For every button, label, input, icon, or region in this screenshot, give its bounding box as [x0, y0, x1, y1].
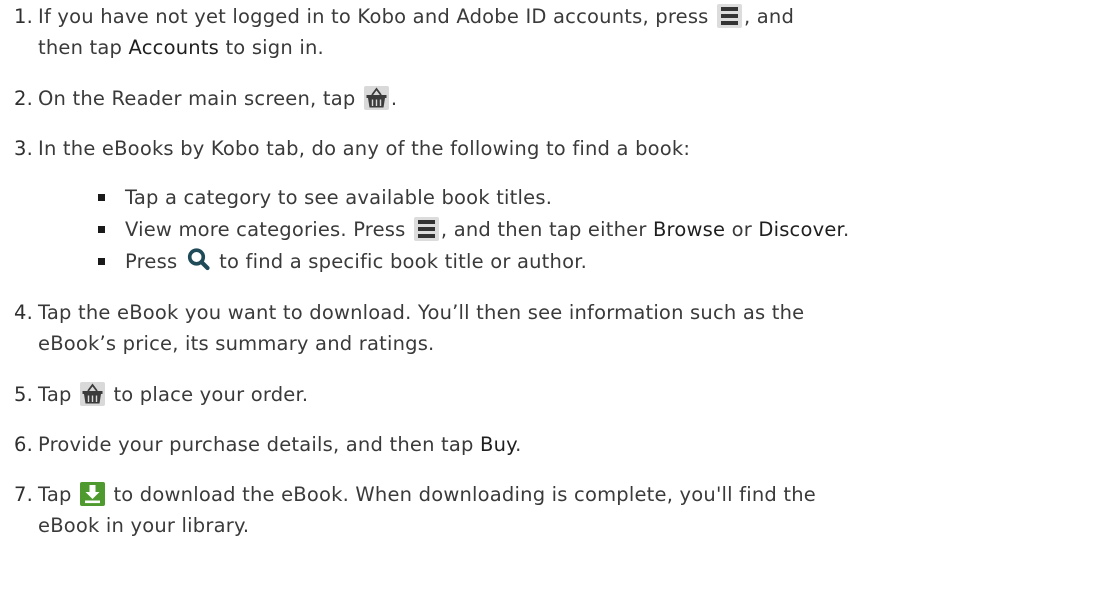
step-number: 6. [14, 433, 34, 456]
bullet-marker [98, 226, 105, 233]
step-6-text-b: . [515, 433, 522, 456]
step-4-line1: Tap the eBook you want to download. You’… [38, 301, 805, 324]
bullet-item: View more categories. Press , and then t… [98, 214, 1089, 245]
step-4: 4. Tap the eBook you want to download. Y… [14, 297, 1089, 359]
download-icon [80, 482, 106, 506]
step-7-text-a: Tap [38, 483, 72, 506]
bullet-2-text-end: . [842, 218, 850, 241]
step-number: 2. [14, 87, 34, 110]
step-number: 7. [14, 483, 34, 506]
bullet-marker [98, 194, 105, 201]
bullet-2-text-b: , and then tap either [440, 218, 647, 241]
menu-icon [413, 217, 439, 241]
step-1-text-d: to sign in. [225, 36, 324, 59]
step-4-line2: eBook’s price, its summary and ratings. [38, 332, 435, 355]
step-2-text-a: On the Reader main screen, tap [38, 87, 356, 110]
step-number: 5. [14, 383, 34, 406]
bullet-marker [98, 258, 105, 265]
bullet-2-text-or: or [731, 218, 752, 241]
search-icon [186, 247, 211, 271]
step-1-text-a: If you have not yet logged in to Kobo an… [38, 5, 709, 28]
bullet-3-text-b: to find a specific book title or author. [219, 250, 588, 273]
step-3-text: In the eBooks by Kobo tab, do any of the… [38, 137, 691, 160]
store-basket-icon [363, 86, 389, 110]
step-7-text-b: to download the eBook. When downloading … [113, 483, 816, 506]
step-5-text-a: Tap [38, 383, 72, 406]
step-5: 5. Tap to place your order. [14, 379, 1089, 410]
step-7-line2: eBook in your library. [38, 514, 250, 537]
step-6: 6. Provide your purchase details, and th… [14, 429, 1089, 460]
step-6-text-a: Provide your purchase details, and then … [38, 433, 474, 456]
step-2: 2. On the Reader main screen, tap . [14, 83, 1089, 114]
bullet-item: Tap a category to see available book tit… [98, 182, 1089, 213]
accounts-label: Accounts [128, 36, 220, 59]
step-2-text-b: . [390, 87, 398, 110]
step-1: 1. If you have not yet logged in to Kobo… [14, 1, 1089, 63]
bullet-item: Press to find a specific book title or a… [98, 246, 1089, 277]
bullet-3-text-a: Press [125, 250, 178, 273]
step-3: 3. In the eBooks by Kobo tab, do any of … [14, 133, 1089, 164]
step-number: 4. [14, 301, 34, 324]
instruction-document: 1. If you have not yet logged in to Kobo… [0, 0, 1099, 609]
browse-label: Browse [652, 218, 726, 241]
discover-label: Discover [758, 218, 843, 241]
step-number: 3. [14, 137, 34, 160]
menu-icon [716, 4, 742, 28]
bullet-1-text: Tap a category to see available book tit… [125, 186, 553, 209]
step-5-text-b: to place your order. [113, 383, 309, 406]
step-1-text-b: , and [743, 5, 795, 28]
step-7: 7. Tap to download the eBook. When downl… [14, 479, 1089, 541]
step-1-text-c: then tap [38, 36, 123, 59]
bullet-2-text-a: View more categories. Press [125, 218, 406, 241]
buy-label: Buy [480, 433, 516, 456]
store-basket-icon [80, 382, 106, 406]
step-number: 1. [14, 5, 34, 28]
